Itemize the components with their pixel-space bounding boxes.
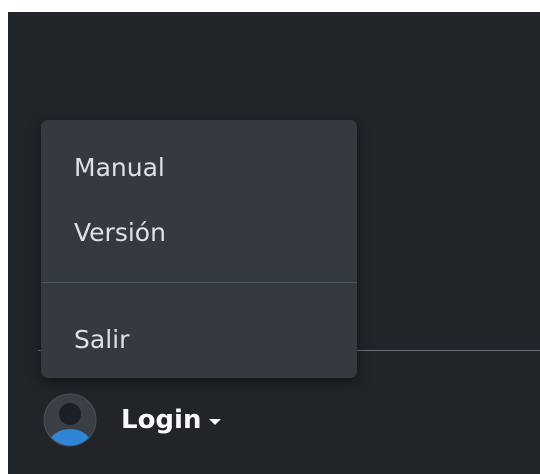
menu-item-manual[interactable]: Manual [41,143,357,193]
menu-item-exit[interactable]: Salir [41,315,357,365]
user-circle-icon [43,393,97,447]
login-label: Login [121,405,202,435]
menu-item-version[interactable]: Versión [41,208,357,258]
menu-separator [41,282,357,283]
caret-down-icon [209,419,222,425]
user-dropdown-menu: Manual Versión Salir [41,120,357,378]
user-menu-toggle[interactable]: Login [43,392,222,448]
sidebar-panel: Manual Versión Salir Login [8,12,540,474]
